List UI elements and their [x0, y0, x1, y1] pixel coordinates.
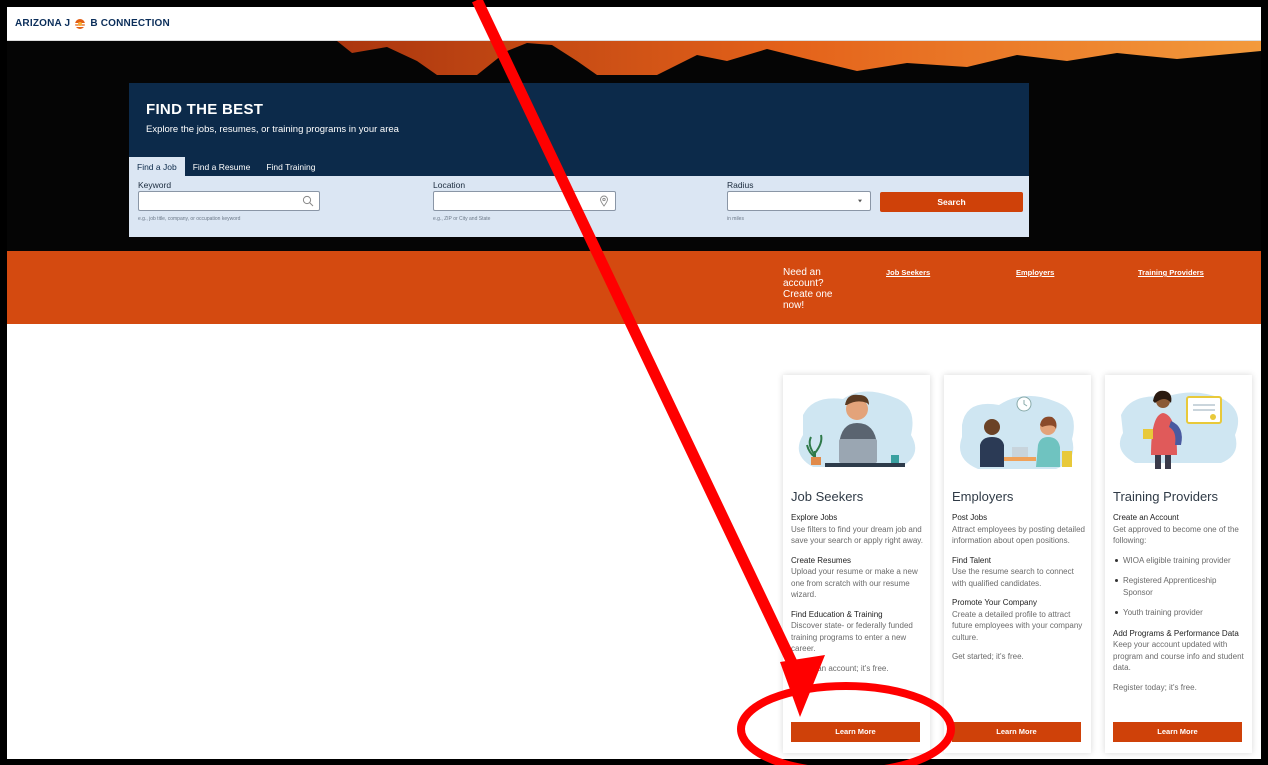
learn-more-button-employers[interactable]: Learn More	[952, 722, 1081, 742]
location-pin-icon	[600, 195, 608, 207]
section-text: Upload your resume or make a new one fro…	[791, 567, 918, 599]
learn-more-button-job-seekers[interactable]: Learn More	[791, 722, 920, 742]
section-text: Create a detailed profile to attract fut…	[952, 609, 1083, 642]
section-heading: Post Jobs	[952, 513, 988, 522]
sunset-mountains-image	[7, 41, 1261, 75]
card-training-providers: Training Providers Create an Account Get…	[1105, 375, 1252, 753]
site-logo[interactable]: ARIZONA J B CONNECTION	[15, 17, 170, 29]
card-body: Explore Jobs Use filters to find your dre…	[791, 512, 926, 674]
card-job-seekers: Job Seekers Explore Jobs Use filters to f…	[783, 375, 930, 753]
location-label: Location	[433, 180, 466, 190]
job-seeker-illustration	[798, 391, 916, 467]
card-footer-text: Register today; it's free.	[1113, 682, 1197, 692]
section-heading: Create an Account	[1113, 513, 1179, 522]
card-body: Post Jobs Attract employees by posting de…	[952, 512, 1087, 663]
section-heading: Promote Your Company	[952, 598, 1037, 607]
employers-illustration	[960, 395, 1074, 469]
logo-text-right: B CONNECTION	[90, 17, 170, 29]
card-title: Employers	[952, 489, 1014, 504]
list-item: WIOA eligible training provider	[1113, 555, 1248, 567]
card-title: Training Providers	[1113, 489, 1219, 504]
list-item: Youth training provider	[1113, 607, 1248, 619]
radius-select[interactable]	[727, 191, 871, 211]
search-tabs: Find a Job Find a Resume Find Training	[129, 157, 323, 176]
section-text: Keep your account updated with program a…	[1113, 640, 1244, 672]
section-text: Attract employees by posting detailed in…	[952, 524, 1085, 546]
section-text: Get approved to become one of the follow…	[1113, 524, 1239, 546]
location-help: e.g., ZIP or City and State	[433, 216, 491, 222]
radius-label: Radius	[727, 180, 754, 190]
link-training-providers[interactable]: Training Providers	[1138, 268, 1204, 277]
card-footer-text: Get started; it's free.	[952, 652, 1024, 661]
tab-find-a-job[interactable]: Find a Job	[129, 157, 185, 176]
site-header: ARIZONA J B CONNECTION	[7, 7, 1261, 41]
search-icon	[302, 195, 314, 207]
card-body: Create an Account Get approved to become…	[1113, 512, 1248, 693]
chevron-down-icon	[858, 199, 862, 203]
card-footer-text: Create an account; it's free.	[791, 663, 889, 673]
search-title: FIND THE BEST	[146, 101, 264, 118]
provider-type-list: WIOA eligible training provider Register…	[1113, 555, 1248, 619]
section-text: Use filters to find your dream job and s…	[791, 524, 923, 546]
hero-banner: FIND THE BEST Explore the jobs, resumes,…	[7, 41, 1261, 251]
keyword-help: e.g., job title, company, or occupation …	[138, 216, 241, 222]
card-title: Job Seekers	[791, 489, 864, 504]
card-employers: Employers Post Jobs Attract employees by …	[944, 375, 1091, 753]
list-item: Registered Apprenticeship Sponsor	[1113, 575, 1248, 598]
browser-viewport: ARIZONA J B CONNECTION FIND THE BEST Exp…	[0, 0, 1268, 765]
logo-text-left: ARIZONA J	[15, 17, 71, 29]
link-job-seekers[interactable]: Job Seekers	[886, 268, 930, 277]
search-panel: FIND THE BEST Explore the jobs, resumes,…	[129, 83, 1029, 237]
link-employers[interactable]: Employers	[1016, 268, 1054, 277]
section-text: Use the resume search to connect with qu…	[952, 567, 1074, 588]
search-subtitle: Explore the jobs, resumes, or training p…	[146, 124, 399, 135]
section-heading: Add Programs & Performance Data	[1113, 628, 1239, 638]
training-providers-illustration	[1119, 390, 1239, 469]
search-button[interactable]: Search	[880, 192, 1023, 212]
radius-help: in miles	[727, 216, 744, 222]
tab-find-a-resume[interactable]: Find a Resume	[185, 157, 259, 176]
create-account-band: Need an account? Create one now! Job See…	[7, 251, 1261, 324]
keyword-label: Keyword	[138, 180, 172, 190]
search-form: Keyword e.g., job title, company, or occ…	[129, 176, 1029, 237]
learn-more-button-training-providers[interactable]: Learn More	[1113, 722, 1242, 742]
location-input[interactable]	[433, 191, 616, 211]
need-account-text: Need an account? Create one now!	[783, 267, 833, 311]
section-heading: Explore Jobs	[791, 513, 838, 522]
keyword-input[interactable]	[138, 191, 320, 211]
logo-sun-icon	[72, 17, 89, 29]
section-heading: Create Resumes	[791, 555, 852, 565]
section-heading: Find Education & Training	[791, 609, 883, 619]
section-text: Discover state- or federally funded trai…	[791, 621, 913, 653]
section-heading: Find Talent	[952, 555, 991, 565]
tab-find-training[interactable]: Find Training	[258, 157, 323, 176]
